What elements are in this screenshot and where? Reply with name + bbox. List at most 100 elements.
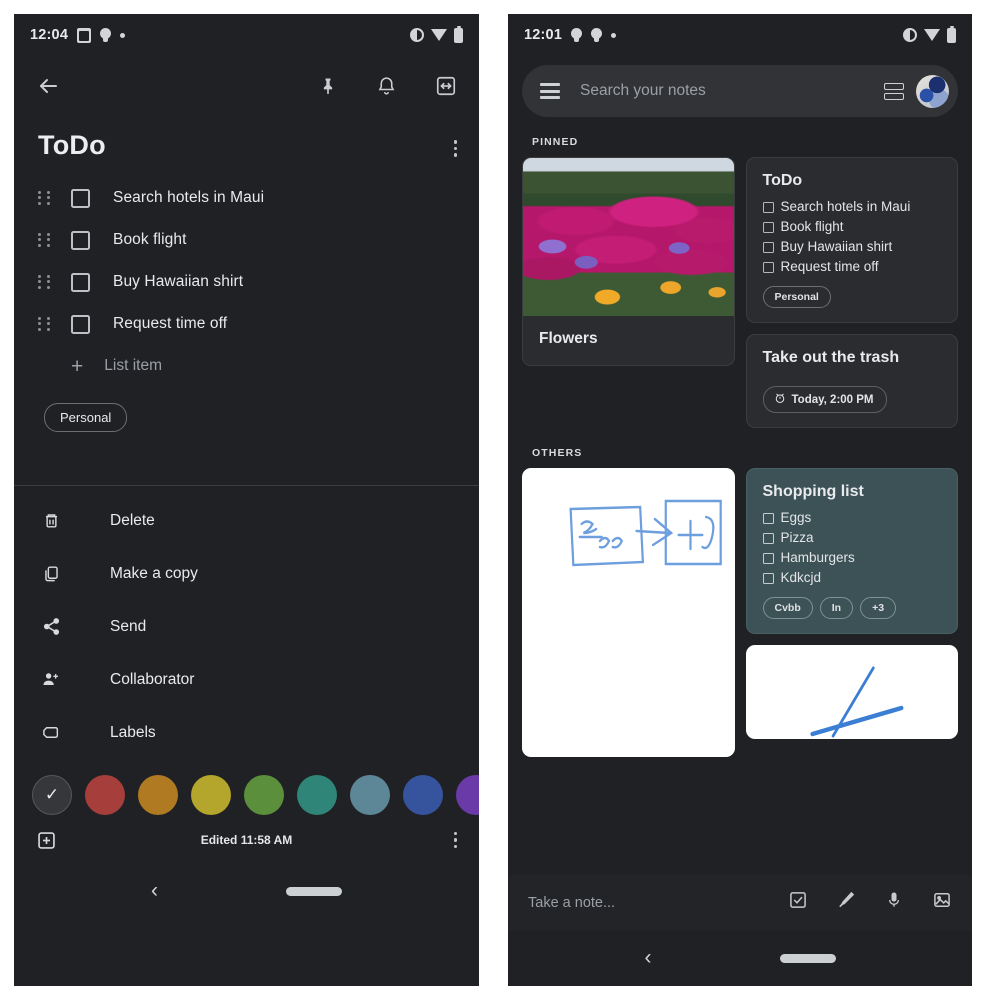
take-a-note-input[interactable]: Take a note...: [528, 895, 615, 911]
mic-icon[interactable]: [884, 890, 904, 915]
reminder-bell-icon[interactable]: [376, 75, 397, 97]
home-pill[interactable]: [779, 953, 836, 963]
account-avatar[interactable]: [916, 74, 949, 108]
checkbox[interactable]: [762, 202, 774, 213]
note-card-item: Hamburgers: [762, 550, 943, 566]
take-a-note-bar[interactable]: Take a note...: [508, 875, 972, 930]
color-swatch-red[interactable]: [85, 775, 125, 815]
search-input[interactable]: Search your notes: [580, 82, 884, 100]
pin-icon[interactable]: [318, 75, 338, 97]
drag-handle-icon[interactable]: [38, 190, 53, 206]
status-clock: 12:01: [524, 27, 563, 43]
section-others-label: OTHERS: [532, 447, 583, 459]
editor-bottom-bar: Edited 11:58 AM: [14, 817, 479, 863]
pinned-grid: Flowers ToDo Search hotels in Maui Book …: [508, 157, 972, 428]
note-card-item-label: Eggs: [780, 510, 812, 525]
more-vertical-icon: [453, 831, 457, 849]
edited-timestamp: Edited 11:58 AM: [200, 833, 293, 847]
alarm-clock-icon: [774, 392, 786, 407]
checkbox[interactable]: [762, 222, 774, 233]
note-card-flowers[interactable]: Flowers: [522, 157, 735, 366]
status-clock: 12:04: [30, 27, 69, 43]
checkbox[interactable]: [762, 242, 774, 253]
brush-icon[interactable]: [836, 890, 856, 915]
checkbox[interactable]: [71, 230, 90, 250]
archive-icon[interactable]: [435, 75, 457, 97]
checklist-item-label: Search hotels in Maui: [113, 189, 265, 206]
section-pinned-label: PINNED: [532, 136, 579, 148]
color-swatch-yellow[interactable]: [191, 775, 231, 815]
color-swatch-green[interactable]: [244, 775, 284, 815]
editor-overflow-button[interactable]: [453, 831, 457, 849]
checklist-row[interactable]: Book flight: [14, 219, 479, 261]
label-chip-overflow[interactable]: +3: [860, 597, 897, 619]
checkbox[interactable]: [71, 272, 90, 292]
note-card-item: Request time off: [762, 259, 943, 275]
nav-back-icon[interactable]: ‹: [645, 946, 652, 970]
nav-back-icon[interactable]: ‹: [151, 879, 158, 903]
note-card-item-label: Book flight: [780, 219, 844, 234]
color-swatch-purple[interactable]: [456, 775, 479, 815]
menu-item-collaborator[interactable]: Collaborator: [14, 653, 479, 706]
checklist-row[interactable]: Search hotels in Maui: [14, 177, 479, 219]
note-card-item: Pizza: [762, 530, 943, 546]
note-overflow-button[interactable]: [453, 130, 457, 157]
color-swatch-bluegray[interactable]: [350, 775, 390, 815]
checkbox[interactable]: [71, 314, 90, 334]
editor-app-bar: [14, 56, 479, 116]
image-icon[interactable]: [932, 890, 952, 915]
note-card-chips: Cvbb In +3: [762, 597, 943, 619]
color-swatch-blue[interactable]: [403, 775, 443, 815]
menu-item-send[interactable]: Send: [14, 600, 479, 653]
add-list-item-row[interactable]: + List item: [14, 345, 479, 387]
checkbox[interactable]: [762, 262, 774, 273]
menu-label: Delete: [110, 511, 155, 529]
others-column-right: Shopping list Eggs Pizza Hamburgers Kdkc…: [745, 468, 958, 739]
checkbox[interactable]: [71, 188, 90, 208]
label-chip[interactable]: Cvbb: [762, 597, 813, 619]
color-swatch-orange[interactable]: [138, 775, 178, 815]
note-title[interactable]: ToDo: [38, 130, 106, 161]
hamburger-icon[interactable]: [540, 83, 560, 99]
note-card-shopping-list[interactable]: Shopping list Eggs Pizza Hamburgers Kdkc…: [745, 468, 958, 634]
back-arrow-icon[interactable]: [36, 74, 60, 98]
checklist-icon[interactable]: [788, 890, 808, 915]
phone-right-notes-list: 12:01 Search your notes PINNED Flowers T…: [508, 14, 972, 986]
label-chip[interactable]: In: [819, 597, 854, 619]
drag-handle-icon[interactable]: [38, 316, 53, 332]
drag-handle-icon[interactable]: [38, 274, 53, 290]
menu-label: Collaborator: [110, 670, 195, 688]
note-card-item-label: Pizza: [780, 530, 814, 545]
label-tag-icon: [38, 723, 64, 742]
note-card-item-label: Buy Hawaiian shirt: [780, 239, 893, 254]
drag-handle-icon[interactable]: [38, 232, 53, 248]
drawing-boxes-arrow: [523, 469, 734, 756]
color-swatch-teal[interactable]: [297, 775, 337, 815]
color-swatch-default[interactable]: ✓: [32, 775, 72, 815]
label-chip-personal[interactable]: Personal: [762, 286, 831, 308]
checkbox[interactable]: [762, 513, 774, 524]
contrast-icon: [903, 28, 917, 42]
reminder-chip[interactable]: Today, 2:00 PM: [762, 386, 887, 413]
share-icon: [38, 617, 64, 636]
checkbox[interactable]: [762, 573, 774, 584]
menu-item-make-a-copy[interactable]: Make a copy: [14, 547, 479, 600]
checklist-row[interactable]: Buy Hawaiian shirt: [14, 261, 479, 303]
note-labels-area: Personal: [14, 387, 479, 432]
home-pill[interactable]: [286, 886, 342, 896]
label-chip-personal[interactable]: Personal: [44, 403, 128, 432]
checklist-row[interactable]: Request time off: [14, 303, 479, 345]
note-card-item: Search hotels in Maui: [762, 199, 943, 215]
note-card-todo[interactable]: ToDo Search hotels in Maui Book flight B…: [745, 157, 958, 323]
copy-icon: [38, 564, 64, 583]
plus-icon: +: [71, 354, 84, 378]
search-bar[interactable]: Search your notes: [522, 65, 958, 117]
note-card-sketch-right[interactable]: [745, 645, 958, 739]
list-view-icon[interactable]: [884, 82, 904, 100]
menu-item-labels[interactable]: Labels: [14, 706, 479, 759]
note-card-sketch-left[interactable]: [522, 468, 735, 757]
checkbox[interactable]: [762, 533, 774, 544]
checkbox[interactable]: [762, 553, 774, 564]
menu-item-delete[interactable]: Delete: [14, 494, 479, 547]
note-card-take-out-the-trash[interactable]: Take out the trash Today, 2:00 PM: [745, 334, 958, 428]
